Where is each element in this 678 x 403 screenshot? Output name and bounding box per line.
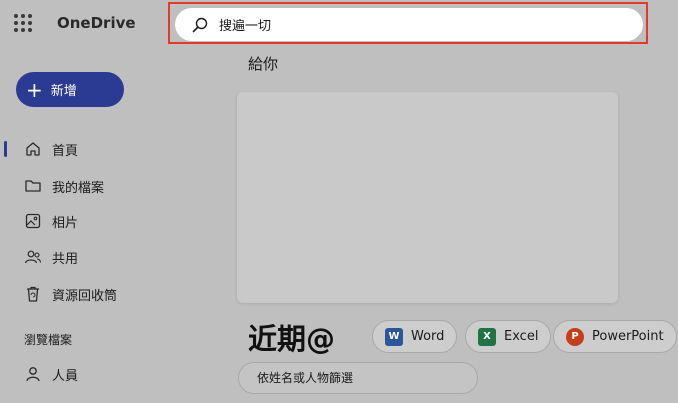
photo-icon bbox=[25, 213, 41, 229]
sidebar-item-recycle-bin[interactable]: 資源回收筒 bbox=[0, 281, 190, 307]
search-icon bbox=[192, 17, 208, 32]
plus-icon: + bbox=[26, 77, 43, 102]
search-input[interactable]: 搜遍一切 bbox=[175, 8, 643, 41]
sidebar-item-label: 資源回收筒 bbox=[52, 288, 118, 304]
sidebar-item-people[interactable]: 人員 bbox=[0, 361, 190, 387]
sidebar-item-label: 人員 bbox=[52, 368, 79, 384]
excel-icon: X bbox=[478, 327, 496, 346]
sidebar-item-label: 共用 bbox=[52, 251, 79, 267]
new-button-label: 新增 bbox=[50, 84, 77, 99]
powerpoint-icon: P bbox=[566, 327, 584, 346]
app-launcher-icon[interactable] bbox=[14, 14, 32, 32]
filter-label: Excel bbox=[504, 329, 539, 344]
folder-icon bbox=[25, 180, 41, 192]
people-filter-input[interactable] bbox=[238, 362, 478, 394]
filter-powerpoint-button[interactable]: P PowerPoint bbox=[553, 320, 677, 353]
for-you-heading: 給你 bbox=[248, 55, 279, 73]
sidebar-item-label: 首頁 bbox=[52, 143, 79, 159]
for-you-card[interactable] bbox=[237, 92, 618, 303]
people-icon bbox=[24, 250, 42, 264]
filter-word-button[interactable]: W Word bbox=[372, 320, 458, 353]
word-icon: W bbox=[385, 327, 403, 346]
filter-excel-button[interactable]: X Excel bbox=[465, 320, 552, 353]
recycle-bin-icon bbox=[27, 286, 39, 302]
sidebar-item-home[interactable]: 首頁 bbox=[0, 136, 190, 162]
filter-label: Word bbox=[411, 329, 445, 344]
sidebar-item-label: 我的檔案 bbox=[52, 180, 105, 196]
filter-label: PowerPoint bbox=[592, 329, 664, 344]
app-title[interactable]: OneDrive bbox=[57, 14, 136, 32]
new-button[interactable]: + 新增 bbox=[16, 72, 124, 107]
search-text: 搜遍一切 bbox=[219, 19, 272, 34]
browse-files-heading: 瀏覽檔案 bbox=[24, 333, 73, 347]
sidebar-item-photos[interactable]: 相片 bbox=[0, 208, 190, 234]
home-icon bbox=[26, 142, 40, 156]
sidebar-item-my-files[interactable]: 我的檔案 bbox=[0, 173, 190, 199]
recent-heading: 近期@ bbox=[248, 322, 336, 356]
sidebar-item-shared[interactable]: 共用 bbox=[0, 244, 190, 270]
person-icon bbox=[26, 367, 40, 382]
sidebar-item-label: 相片 bbox=[52, 215, 79, 231]
